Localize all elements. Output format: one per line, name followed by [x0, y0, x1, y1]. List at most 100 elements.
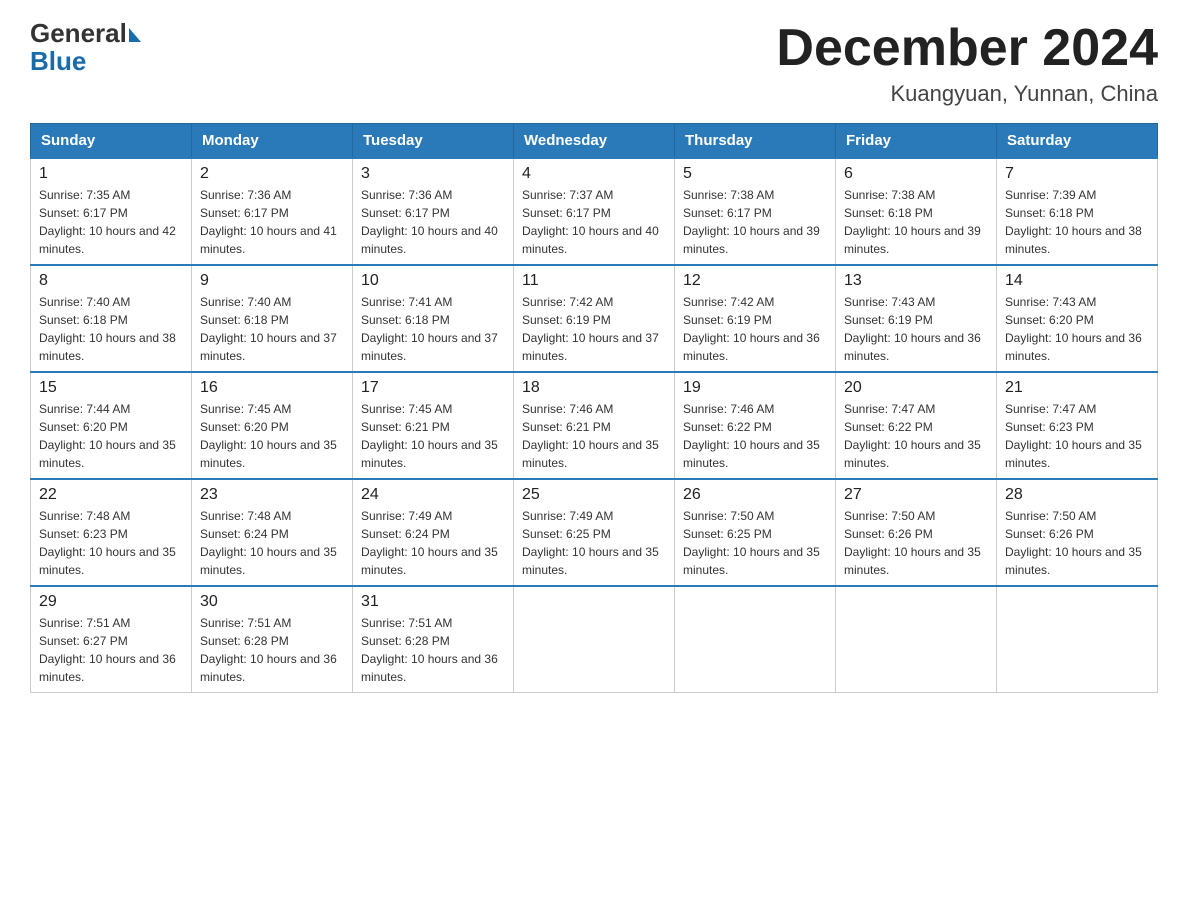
day-info: Sunrise: 7:38 AMSunset: 6:18 PMDaylight:… — [844, 186, 988, 258]
day-info: Sunrise: 7:47 AMSunset: 6:23 PMDaylight:… — [1005, 400, 1149, 472]
calendar-header-monday: Monday — [192, 124, 353, 159]
day-info: Sunrise: 7:48 AMSunset: 6:23 PMDaylight:… — [39, 507, 183, 579]
day-number: 8 — [39, 272, 183, 290]
calendar-cell: 1Sunrise: 7:35 AMSunset: 6:17 PMDaylight… — [31, 158, 192, 265]
day-info: Sunrise: 7:40 AMSunset: 6:18 PMDaylight:… — [200, 293, 344, 365]
day-number: 20 — [844, 379, 988, 397]
calendar-cell: 24 Sunrise: 7:49 AMSunset: 6:24 PMDayligh… — [353, 479, 514, 586]
day-number: 16 — [200, 379, 344, 397]
calendar-cell — [514, 586, 675, 693]
calendar-cell: 27 Sunrise: 7:50 AMSunset: 6:26 PMDayligh… — [836, 479, 997, 586]
day-number: 26 — [683, 486, 827, 504]
day-info: Sunrise: 7:42 AMSunset: 6:19 PMDaylight:… — [522, 293, 666, 365]
day-number: 23 — [200, 486, 344, 504]
calendar-cell: 9 Sunrise: 7:40 AMSunset: 6:18 PMDaylight… — [192, 265, 353, 372]
day-number: 3 — [361, 165, 505, 183]
day-number: 7 — [1005, 165, 1149, 183]
day-info: Sunrise: 7:51 AMSunset: 6:27 PMDaylight:… — [39, 614, 183, 686]
day-number: 25 — [522, 486, 666, 504]
calendar-cell — [675, 586, 836, 693]
calendar-cell — [997, 586, 1158, 693]
day-number: 30 — [200, 593, 344, 611]
day-info: Sunrise: 7:41 AMSunset: 6:18 PMDaylight:… — [361, 293, 505, 365]
day-info: Sunrise: 7:37 AMSunset: 6:17 PMDaylight:… — [522, 186, 666, 258]
calendar-header-thursday: Thursday — [675, 124, 836, 159]
day-info: Sunrise: 7:39 AMSunset: 6:18 PMDaylight:… — [1005, 186, 1149, 258]
calendar-cell: 22 Sunrise: 7:48 AMSunset: 6:23 PMDayligh… — [31, 479, 192, 586]
calendar-table: SundayMondayTuesdayWednesdayThursdayFrid… — [30, 123, 1158, 693]
day-number: 29 — [39, 593, 183, 611]
day-info: Sunrise: 7:51 AMSunset: 6:28 PMDaylight:… — [200, 614, 344, 686]
calendar-cell: 13 Sunrise: 7:43 AMSunset: 6:19 PMDayligh… — [836, 265, 997, 372]
calendar-cell: 4 Sunrise: 7:37 AMSunset: 6:17 PMDaylight… — [514, 158, 675, 265]
day-info: Sunrise: 7:43 AMSunset: 6:20 PMDaylight:… — [1005, 293, 1149, 365]
calendar-title: December 2024 — [776, 20, 1158, 77]
calendar-header-wednesday: Wednesday — [514, 124, 675, 159]
day-info: Sunrise: 7:40 AMSunset: 6:18 PMDaylight:… — [39, 293, 183, 365]
day-number: 6 — [844, 165, 988, 183]
calendar-cell — [836, 586, 997, 693]
day-number: 12 — [683, 272, 827, 290]
logo-triangle-icon — [129, 28, 141, 42]
calendar-cell: 30 Sunrise: 7:51 AMSunset: 6:28 PMDayligh… — [192, 586, 353, 693]
day-number: 10 — [361, 272, 505, 290]
calendar-cell: 26 Sunrise: 7:50 AMSunset: 6:25 PMDayligh… — [675, 479, 836, 586]
day-info: Sunrise: 7:50 AMSunset: 6:25 PMDaylight:… — [683, 507, 827, 579]
calendar-cell: 11 Sunrise: 7:42 AMSunset: 6:19 PMDayligh… — [514, 265, 675, 372]
day-number: 13 — [844, 272, 988, 290]
calendar-cell: 16 Sunrise: 7:45 AMSunset: 6:20 PMDayligh… — [192, 372, 353, 479]
day-info: Sunrise: 7:45 AMSunset: 6:20 PMDaylight:… — [200, 400, 344, 472]
day-info: Sunrise: 7:51 AMSunset: 6:28 PMDaylight:… — [361, 614, 505, 686]
day-info: Sunrise: 7:43 AMSunset: 6:19 PMDaylight:… — [844, 293, 988, 365]
day-number: 11 — [522, 272, 666, 290]
header: General Blue December 2024 Kuangyuan, Yu… — [30, 20, 1158, 107]
calendar-cell: 6 Sunrise: 7:38 AMSunset: 6:18 PMDaylight… — [836, 158, 997, 265]
calendar-cell: 2 Sunrise: 7:36 AMSunset: 6:17 PMDaylight… — [192, 158, 353, 265]
calendar-header-row: SundayMondayTuesdayWednesdayThursdayFrid… — [31, 124, 1158, 159]
calendar-cell: 29 Sunrise: 7:51 AMSunset: 6:27 PMDayligh… — [31, 586, 192, 693]
day-number: 31 — [361, 593, 505, 611]
day-info: Sunrise: 7:35 AMSunset: 6:17 PMDaylight:… — [39, 186, 183, 258]
calendar-cell: 19Sunrise: 7:46 AMSunset: 6:22 PMDayligh… — [675, 372, 836, 479]
day-info: Sunrise: 7:38 AMSunset: 6:17 PMDaylight:… — [683, 186, 827, 258]
calendar-header-friday: Friday — [836, 124, 997, 159]
day-info: Sunrise: 7:45 AMSunset: 6:21 PMDaylight:… — [361, 400, 505, 472]
calendar-subtitle: Kuangyuan, Yunnan, China — [776, 81, 1158, 107]
calendar-cell: 17 Sunrise: 7:45 AMSunset: 6:21 PMDayligh… — [353, 372, 514, 479]
day-info: Sunrise: 7:50 AMSunset: 6:26 PMDaylight:… — [844, 507, 988, 579]
day-number: 24 — [361, 486, 505, 504]
calendar-cell: 21Sunrise: 7:47 AMSunset: 6:23 PMDayligh… — [997, 372, 1158, 479]
calendar-week-4: 22 Sunrise: 7:48 AMSunset: 6:23 PMDayligh… — [31, 479, 1158, 586]
calendar-header-saturday: Saturday — [997, 124, 1158, 159]
day-number: 2 — [200, 165, 344, 183]
calendar-cell: 23Sunrise: 7:48 AMSunset: 6:24 PMDayligh… — [192, 479, 353, 586]
day-info: Sunrise: 7:36 AMSunset: 6:17 PMDaylight:… — [200, 186, 344, 258]
day-info: Sunrise: 7:49 AMSunset: 6:24 PMDaylight:… — [361, 507, 505, 579]
calendar-cell: 8 Sunrise: 7:40 AMSunset: 6:18 PMDaylight… — [31, 265, 192, 372]
calendar-cell: 20Sunrise: 7:47 AMSunset: 6:22 PMDayligh… — [836, 372, 997, 479]
day-number: 15 — [39, 379, 183, 397]
calendar-cell: 5 Sunrise: 7:38 AMSunset: 6:17 PMDaylight… — [675, 158, 836, 265]
day-number: 18 — [522, 379, 666, 397]
day-number: 22 — [39, 486, 183, 504]
day-number: 5 — [683, 165, 827, 183]
calendar-cell: 12Sunrise: 7:42 AMSunset: 6:19 PMDayligh… — [675, 265, 836, 372]
calendar-cell: 7 Sunrise: 7:39 AMSunset: 6:18 PMDaylight… — [997, 158, 1158, 265]
day-info: Sunrise: 7:46 AMSunset: 6:22 PMDaylight:… — [683, 400, 827, 472]
day-number: 28 — [1005, 486, 1149, 504]
calendar-week-1: 1Sunrise: 7:35 AMSunset: 6:17 PMDaylight… — [31, 158, 1158, 265]
calendar-week-5: 29 Sunrise: 7:51 AMSunset: 6:27 PMDayligh… — [31, 586, 1158, 693]
logo-general-text: General — [30, 20, 127, 46]
day-info: Sunrise: 7:44 AMSunset: 6:20 PMDaylight:… — [39, 400, 183, 472]
calendar-week-3: 15 Sunrise: 7:44 AMSunset: 6:20 PMDayligh… — [31, 372, 1158, 479]
day-info: Sunrise: 7:50 AMSunset: 6:26 PMDaylight:… — [1005, 507, 1149, 579]
day-info: Sunrise: 7:46 AMSunset: 6:21 PMDaylight:… — [522, 400, 666, 472]
calendar-header-tuesday: Tuesday — [353, 124, 514, 159]
day-info: Sunrise: 7:36 AMSunset: 6:17 PMDaylight:… — [361, 186, 505, 258]
calendar-cell: 3 Sunrise: 7:36 AMSunset: 6:17 PMDaylight… — [353, 158, 514, 265]
day-number: 4 — [522, 165, 666, 183]
calendar-cell: 14Sunrise: 7:43 AMSunset: 6:20 PMDayligh… — [997, 265, 1158, 372]
day-number: 9 — [200, 272, 344, 290]
day-number: 17 — [361, 379, 505, 397]
day-number: 27 — [844, 486, 988, 504]
